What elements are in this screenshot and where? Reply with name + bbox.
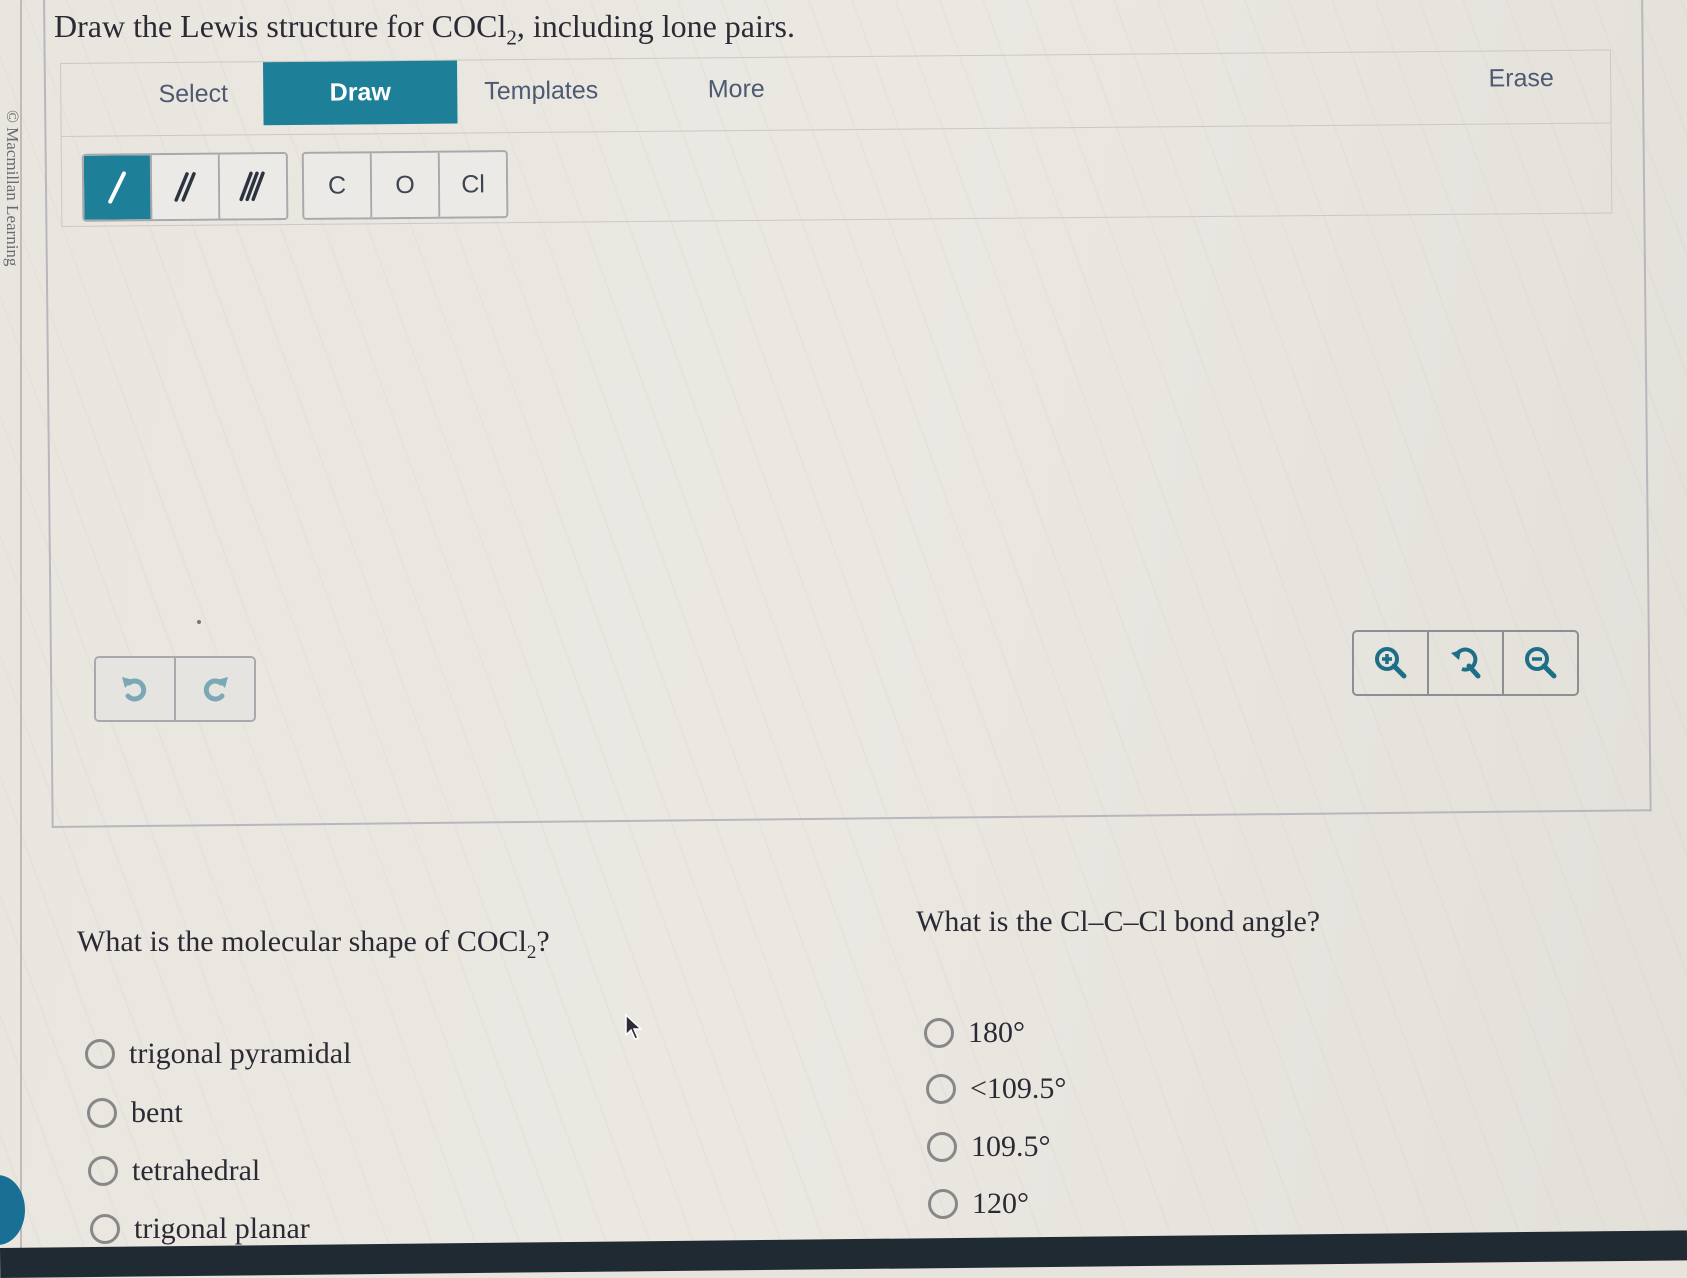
shape-option-bent[interactable]: bent — [87, 1096, 183, 1130]
triple-bond-icon — [239, 171, 265, 202]
double-bond-icon — [174, 172, 196, 202]
erase-button[interactable]: Erase — [1461, 47, 1582, 111]
history-controls — [94, 656, 256, 722]
radio-button[interactable] — [85, 1039, 115, 1069]
radio-button[interactable] — [87, 1098, 117, 1128]
single-bond-icon — [108, 171, 126, 204]
option-label: <109.5° — [970, 1072, 1067, 1105]
angle-option-180[interactable]: 180° — [924, 1016, 1025, 1050]
angle-option-less-than-109-5[interactable]: <109.5° — [926, 1072, 1066, 1106]
mouse-pointer-icon — [625, 1013, 643, 1040]
bond-angle-question: What is the Cl–C–Cl bond angle? — [916, 905, 1321, 938]
redo-icon — [203, 677, 228, 702]
option-label: trigonal planar — [134, 1212, 310, 1245]
option-label: 109.5° — [971, 1130, 1051, 1163]
tab-select[interactable]: Select — [123, 62, 264, 126]
double-bond-button[interactable] — [151, 154, 221, 220]
triple-bond-button[interactable] — [219, 154, 287, 219]
atom-button-cl[interactable]: Cl — [439, 152, 507, 217]
drawing-toolbar: Select Draw Templates More Erase C O Cl — [60, 49, 1613, 227]
redo-button[interactable] — [176, 658, 254, 720]
shape-question-prefix: What is the molecular shape of COCl — [77, 925, 527, 958]
toolbar-tabs: Select Draw Templates More Erase — [61, 50, 1611, 137]
zoom-reset-icon — [1450, 647, 1480, 679]
tab-more[interactable]: More — [661, 57, 812, 121]
undo-icon — [122, 677, 147, 702]
shape-question: What is the molecular shape of COCl2? — [77, 925, 550, 964]
copyright-label: © Macmillan Learning — [3, 110, 22, 267]
option-label: bent — [131, 1096, 183, 1129]
radio-button[interactable] — [926, 1074, 956, 1104]
zoom-reset-button[interactable] — [1429, 632, 1504, 694]
angle-option-109-5[interactable]: 109.5° — [927, 1130, 1051, 1164]
option-label: tetrahedral — [132, 1154, 261, 1187]
option-label: 120° — [972, 1187, 1029, 1220]
zoom-in-icon — [1374, 647, 1406, 679]
radio-button[interactable] — [924, 1018, 954, 1048]
zoom-out-icon — [1524, 647, 1556, 679]
atom-tools: C O Cl — [301, 150, 509, 220]
bond-tools — [81, 152, 289, 222]
tab-templates[interactable]: Templates — [466, 59, 617, 123]
radio-button[interactable] — [88, 1156, 118, 1186]
shape-option-trigonal-pyramidal[interactable]: trigonal pyramidal — [85, 1037, 351, 1071]
radio-button[interactable] — [928, 1189, 958, 1219]
angle-option-120[interactable]: 120° — [928, 1187, 1029, 1221]
tab-draw[interactable]: Draw — [263, 60, 458, 126]
option-label: 180° — [968, 1016, 1025, 1049]
option-label: trigonal pyramidal — [129, 1037, 352, 1070]
radio-button[interactable] — [90, 1214, 120, 1244]
shape-question-suffix: ? — [536, 925, 550, 958]
shape-option-tetrahedral[interactable]: tetrahedral — [88, 1154, 260, 1188]
undo-button[interactable] — [96, 658, 176, 720]
atom-button-o[interactable]: O — [371, 152, 441, 218]
single-bond-button[interactable] — [83, 155, 153, 220]
zoom-out-button[interactable] — [1504, 632, 1577, 694]
zoom-controls — [1352, 630, 1579, 696]
shape-question-subscript: 2 — [526, 942, 537, 963]
radio-button[interactable] — [927, 1132, 957, 1162]
canvas-speck — [197, 620, 201, 624]
zoom-in-button[interactable] — [1354, 632, 1429, 694]
shape-option-trigonal-planar[interactable]: trigonal planar — [90, 1212, 310, 1246]
atom-button-c[interactable]: C — [303, 153, 373, 218]
